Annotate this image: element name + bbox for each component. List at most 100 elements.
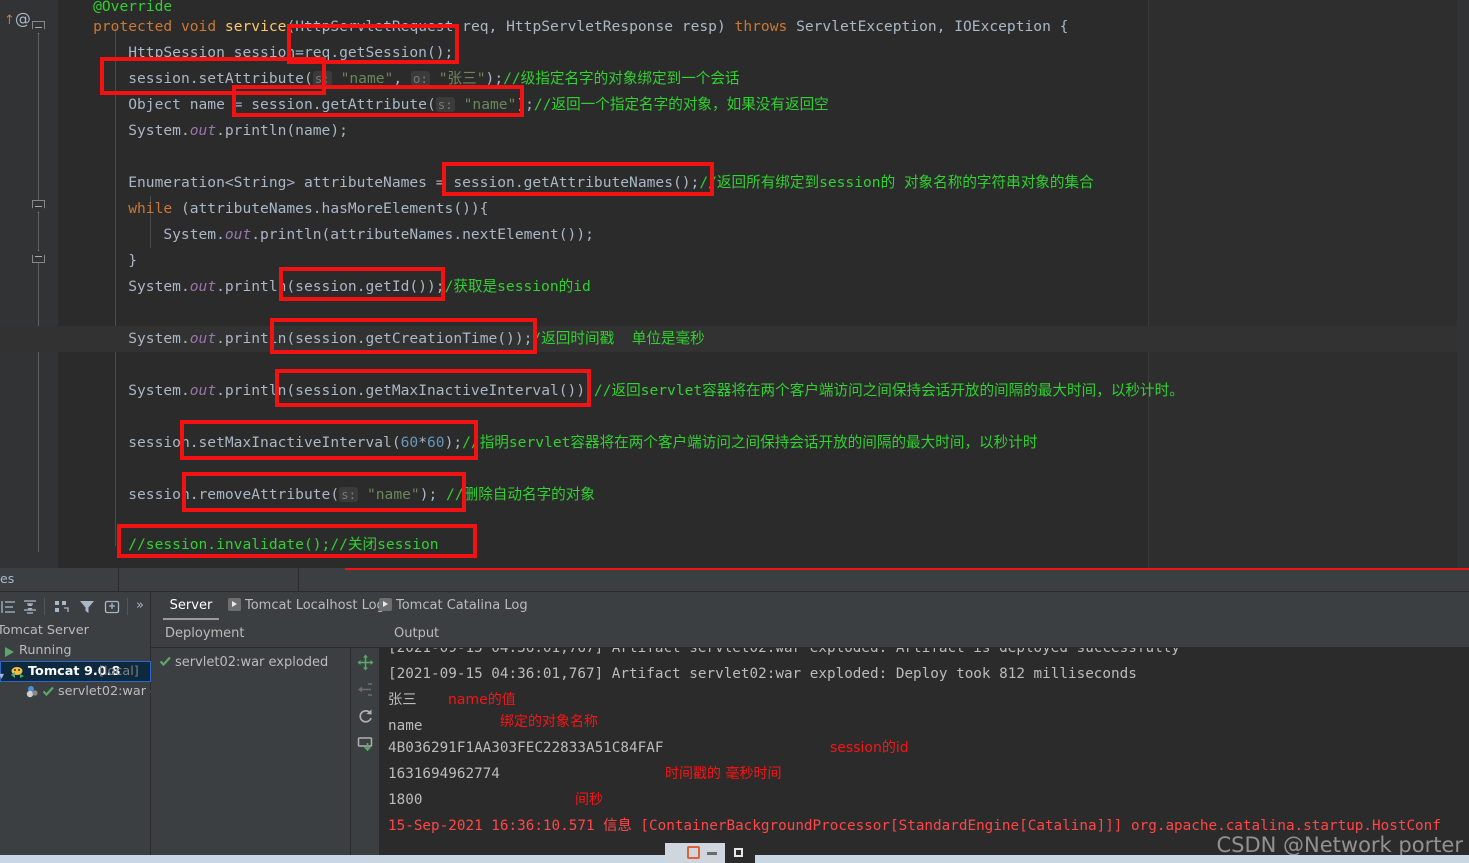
code-token: .println(attributeNames.nextElement()); — [251, 226, 594, 243]
code-token: //级指定名字的对象绑定到一个会话 — [503, 70, 740, 87]
filter-icon[interactable] — [78, 598, 96, 616]
tab-separator — [118, 568, 119, 592]
annotation-box — [275, 369, 591, 407]
watermark-text: CSDN @Network porter — [1216, 833, 1463, 857]
code-token: out — [224, 226, 252, 243]
output-console[interactable]: [2021-09-15 04:36:01,767] Artifact servl… — [380, 648, 1469, 863]
code-token: System. — [163, 226, 225, 243]
group-icon[interactable] — [52, 598, 70, 616]
tab-separator — [298, 568, 299, 592]
code-token: System. — [128, 122, 190, 139]
annotation-underline — [345, 568, 1469, 570]
editor-tab-strip[interactable]: es — [0, 568, 1469, 592]
output-line: 张三 — [388, 692, 417, 708]
tab-tomcat-catalina-log[interactable]: Tomcat Catalina Log — [379, 592, 528, 620]
annotation-box — [232, 85, 524, 117]
code-token: void — [180, 18, 225, 35]
editor-tab-label[interactable]: es — [0, 571, 14, 586]
taskbar-chip[interactable] — [665, 843, 725, 863]
output-line: [2021-09-15 04:36:01,767] Artifact servl… — [388, 648, 1180, 656]
code-token: //返回servlet容器将在两个客户端访问之间保持会话开放的间隔的最大时间，以… — [593, 382, 1184, 399]
fold-marker-icon[interactable] — [32, 250, 45, 263]
minimize-icon — [707, 852, 717, 855]
redeploy-icon[interactable] — [357, 708, 374, 725]
override-annotation-icon[interactable]: ↑@ — [4, 9, 31, 28]
code-token: service — [224, 18, 287, 35]
code-token: .println(name); — [216, 122, 348, 139]
run-small-icon — [379, 598, 392, 611]
fold-marker-icon[interactable] — [32, 200, 45, 213]
output-line: [2021-09-15 04:36:01,767] Artifact servl… — [388, 666, 1137, 682]
more-icon[interactable]: » — [136, 598, 144, 613]
annotation-box — [180, 420, 478, 460]
collapse-all-icon[interactable] — [21, 598, 39, 616]
deployment-pane[interactable]: servlet02:war exploded — [151, 648, 351, 863]
annotation-box — [279, 267, 445, 301]
tree-row-tomcat-server[interactable]: Tomcat Server — [0, 621, 151, 641]
tab-bar[interactable]: Server Tomcat Localhost Log Tomcat Catal… — [151, 592, 1469, 620]
tab-tomcat-catalina-log-label: Tomcat Catalina Log — [396, 598, 528, 613]
code-token: System. — [128, 330, 190, 347]
code-token: (attributeNames.hasMoreElements()){ — [180, 200, 489, 217]
code-line[interactable]: System.out.println(attributeNames.nextEl… — [163, 222, 594, 248]
app-icon — [687, 846, 700, 859]
deployment-header: Deployment — [151, 620, 380, 648]
tree-row-running[interactable]: Running — [0, 641, 151, 661]
output-annotation: 间秒 — [575, 792, 603, 808]
tree-label-artifact: servlet02:war e — [58, 684, 158, 699]
code-token: out — [189, 122, 217, 139]
check-icon — [159, 655, 175, 672]
code-token: ServletException, IOException { — [796, 18, 1069, 35]
code-token: } — [128, 252, 138, 269]
expand-all-icon[interactable] — [0, 598, 18, 616]
code-token: System. — [128, 278, 190, 295]
editor-vertical-scrollbar[interactable] — [1457, 0, 1469, 568]
tree-label-running: Running — [19, 643, 72, 658]
toolbar-separator — [44, 598, 45, 615]
output-line: 1631694962774 — [388, 766, 500, 782]
run-dashboard: Server Tomcat Localhost Log Tomcat Catal… — [151, 592, 1469, 863]
run-small-icon — [228, 598, 241, 611]
editor-gutter[interactable]: ↑@ — [0, 0, 58, 568]
toolbar-separator — [127, 598, 128, 615]
tab-server[interactable]: Server — [163, 592, 219, 620]
code-token: protected — [93, 18, 181, 35]
fold-marker-icon[interactable] — [32, 21, 45, 34]
annotation-box — [442, 162, 714, 196]
output-line: 4B036291F1AA303FEC22833A51C84FAF — [388, 740, 664, 756]
code-token: //返回一个指定名字的对象，如果没有返回空 — [533, 96, 829, 113]
check-icon — [42, 685, 55, 705]
annotation-box — [117, 524, 477, 558]
services-toolbar[interactable]: » — [0, 592, 151, 621]
fold-region-line — [38, 22, 39, 552]
code-editor[interactable]: ↑@ @Override protected void service(HttpS… — [0, 0, 1469, 568]
code-token: //删除自动名字的对象 — [446, 486, 595, 503]
undeploy-icon[interactable] — [357, 681, 374, 698]
output-annotation: 时间戳的 毫秒时间 — [665, 766, 782, 782]
server-tree[interactable]: Tomcat Server Running ▾ Tomcat 9.0.8 [lo… — [0, 621, 158, 705]
tree-row-artifact[interactable]: servlet02:war e — [0, 682, 158, 705]
download-icon[interactable] — [357, 735, 374, 752]
code-token: out — [189, 330, 217, 347]
indent-guide — [115, 26, 116, 546]
deployment-actions[interactable] — [351, 648, 380, 863]
tree-label-tomcat-local: [local] — [99, 664, 139, 679]
code-line[interactable]: System.out.println(name); — [128, 118, 348, 144]
artifact-icon — [26, 685, 42, 706]
code-token: //指明servlet容器将在两个客户端访问之间保持会话开放的间隔的最大时间，以… — [462, 434, 1038, 451]
code-line[interactable]: while (attributeNames.hasMoreElements())… — [128, 196, 488, 222]
output-annotation: 绑定的对象名称 — [500, 714, 598, 730]
code-line[interactable]: } — [128, 248, 137, 274]
code-token: System. — [128, 382, 190, 399]
bottom-tool-window: es » Tomcat Server Running ▾ Tomcat 9.0.… — [0, 568, 1469, 863]
add-frame-icon[interactable] — [103, 598, 121, 616]
deployment-item[interactable]: servlet02:war exploded — [159, 653, 328, 670]
code-line[interactable]: protected void service(HttpServletReques… — [93, 14, 1068, 40]
code-token: while — [128, 200, 181, 217]
code-token: /获取是session的id — [444, 278, 591, 295]
tab-tomcat-localhost-log[interactable]: Tomcat Localhost Log — [228, 592, 385, 620]
taskbar-chip-secondary[interactable] — [725, 843, 755, 863]
tree-row-tomcat-instance[interactable]: ▾ Tomcat 9.0.8 [local] — [0, 661, 151, 682]
output-header: Output — [380, 620, 1469, 648]
deploy-icon[interactable] — [357, 654, 374, 671]
